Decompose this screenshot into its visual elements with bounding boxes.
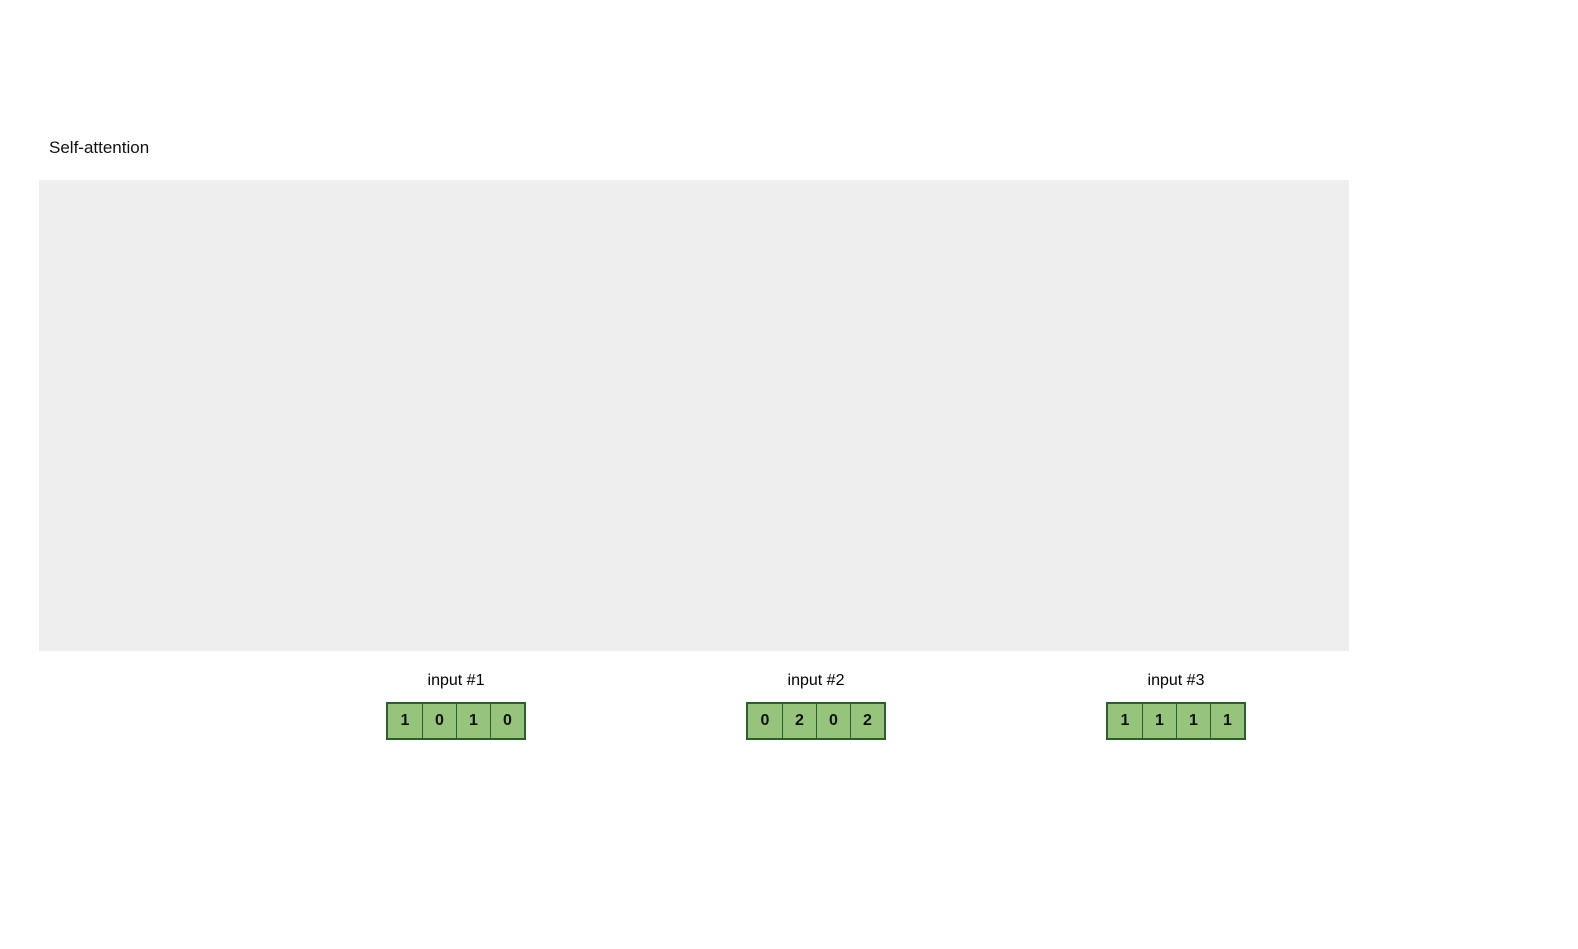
input-group-2: input #2 0 2 0 2 [746,672,886,740]
input-2-cell-3: 2 [850,704,884,738]
input-2-cell-1: 2 [782,704,816,738]
input-1-cell-0: 1 [388,704,422,738]
diagram-title: Self-attention [49,138,149,158]
input-group-3: input #3 1 1 1 1 [1106,672,1246,740]
input-2-cell-2: 0 [816,704,850,738]
inputs-row: input #1 1 0 1 0 input #2 0 2 0 2 input … [39,672,1349,752]
input-label-1: input #1 [428,672,485,690]
diagram-canvas [39,180,1349,651]
input-2-cell-0: 0 [748,704,782,738]
input-1-cell-3: 0 [490,704,524,738]
diagram-page: Self-attention input #1 1 0 1 0 input #2… [0,0,1578,949]
input-label-3: input #3 [1148,672,1205,690]
input-3-cell-2: 1 [1176,704,1210,738]
input-3-cell-3: 1 [1210,704,1244,738]
input-3-cell-0: 1 [1108,704,1142,738]
input-vector-2: 0 2 0 2 [746,702,886,740]
input-vector-1: 1 0 1 0 [386,702,526,740]
input-1-cell-2: 1 [456,704,490,738]
input-1-cell-1: 0 [422,704,456,738]
input-group-1: input #1 1 0 1 0 [386,672,526,740]
input-vector-3: 1 1 1 1 [1106,702,1246,740]
input-label-2: input #2 [788,672,845,690]
input-3-cell-1: 1 [1142,704,1176,738]
